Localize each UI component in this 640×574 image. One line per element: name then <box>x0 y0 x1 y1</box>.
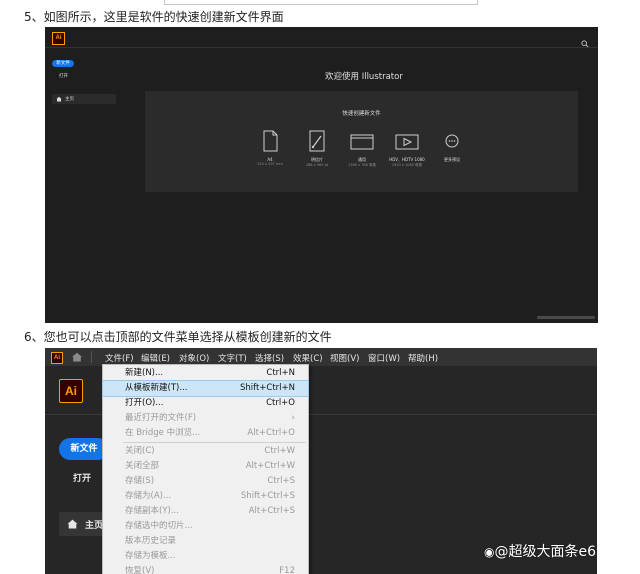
submenu-arrow-icon: › <box>291 413 295 423</box>
home-icon[interactable] <box>71 352 83 362</box>
step-6-caption: 6、您也可以点击顶部的文件菜单选择从模板创建新的文件 <box>24 330 332 344</box>
new-file-button[interactable]: 新文件 <box>52 60 74 67</box>
home-icon <box>56 96 62 102</box>
menu-item-save[interactable]: 存储(S) Ctrl+S <box>103 474 308 489</box>
preset-more[interactable]: 更多预设 <box>427 129 477 163</box>
preset-size: 1366 x 768 像素 <box>348 163 376 167</box>
home-label: 主页 <box>85 521 104 531</box>
more-icon <box>445 134 459 148</box>
menu-item-new-from-template[interactable]: 从模板新建(T)... Shift+Ctrl+N <box>102 380 309 397</box>
weibo-logo-icon: ◉ <box>484 545 495 559</box>
menu-help[interactable]: 帮助(H) <box>408 352 438 364</box>
preset-size: 210 x 297 mm <box>257 162 283 166</box>
menu-item-close[interactable]: 关闭(C) Ctrl+W <box>103 444 308 459</box>
menu-separator <box>123 442 306 443</box>
open-button[interactable]: 打开 <box>73 471 91 484</box>
menu-item-save-copy[interactable]: 存储副本(Y)... Alt+Ctrl+S <box>103 504 308 519</box>
menu-item-save-as-template[interactable]: 存储为模板... <box>103 549 308 564</box>
ai-logo: Ai <box>52 32 65 45</box>
preset-size: 1920 x 1080 像素 <box>391 163 423 167</box>
screenshot-quick-create: Ai 新文件 打开 主页 欢迎使用 Illustrator 快速创建新文件 A4… <box>45 27 598 323</box>
web-icon <box>350 134 374 150</box>
menu-item-browse-bridge[interactable]: 在 Bridge 中浏览... Alt+Ctrl+O <box>103 426 308 441</box>
menu-window[interactable]: 窗口(W) <box>368 352 400 364</box>
welcome-title: 欢迎使用 Illustrator <box>325 72 403 82</box>
preset-web[interactable]: 通用 1366 x 768 像素 <box>337 129 387 168</box>
menu-item-open[interactable]: 打开(O)... Ctrl+O <box>103 396 308 411</box>
menubar-divider <box>91 351 92 363</box>
menu-item-close-all[interactable]: 关闭全部 Alt+Ctrl+W <box>103 459 308 474</box>
preset-postcard[interactable]: 明信片 288 x 560 pt <box>292 129 342 167</box>
preset-name: 更多预设 <box>444 157 460 162</box>
home-icon <box>67 519 78 529</box>
menu-item-new[interactable]: 新建(N)... Ctrl+N <box>103 366 308 381</box>
preset-size: 288 x 560 pt <box>305 163 329 167</box>
brush-icon <box>309 130 325 152</box>
menu-item-revert[interactable]: 恢复(V) F12 <box>103 564 308 574</box>
step-5-caption: 5、如图所示，这里是软件的快速创建新文件界面 <box>24 10 284 24</box>
search-icon[interactable] <box>581 33 589 48</box>
menu-select[interactable]: 选择(S) <box>255 352 284 364</box>
video-icon <box>395 134 419 150</box>
menu-item-version-history[interactable]: 版本历史记录 <box>103 534 308 549</box>
menu-item-recent-files[interactable]: 最近打开的文件(F) › <box>103 411 308 426</box>
quick-create-panel: 快速创建新文件 A4 210 x 297 mm 明信片 288 x 560 pt… <box>145 91 578 192</box>
menu-effect[interactable]: 效果(C) <box>293 352 323 364</box>
menu-file[interactable]: 文件(F) <box>105 352 134 364</box>
ai-logo: Ai <box>59 379 83 403</box>
menu-type[interactable]: 文字(T) <box>218 352 247 364</box>
menu-item-save-as[interactable]: 存储为(A)... Shift+Ctrl+S <box>103 489 308 504</box>
home-label: 主页 <box>65 97 74 102</box>
preset-hdtv[interactable]: HDV、HDTV 1080 1920 x 1080 像素 <box>382 129 432 168</box>
document-icon <box>263 130 278 152</box>
file-menu-dropdown: 新建(N)... Ctrl+N 从模板新建(T)... Shift+Ctrl+N 打… <box>102 364 309 574</box>
topbar-divider <box>45 47 598 48</box>
scroll-indicator <box>537 316 595 319</box>
menu-object[interactable]: 对象(O) <box>179 352 209 364</box>
open-button[interactable]: 打开 <box>59 73 68 79</box>
menu-view[interactable]: 视图(V) <box>330 352 359 364</box>
sidebar-item-home[interactable]: 主页 <box>52 94 116 104</box>
menu-item-save-slices[interactable]: 存储选中的切片... <box>103 519 308 534</box>
preset-a4[interactable]: A4 210 x 297 mm <box>245 129 295 166</box>
menu-edit[interactable]: 编辑(E) <box>141 352 170 364</box>
previous-image-edge <box>164 0 478 5</box>
quick-create-title: 快速创建新文件 <box>342 111 381 117</box>
ai-logo-small: Ai <box>51 352 63 364</box>
watermark: ◉@超级大面条e6 <box>484 544 597 560</box>
